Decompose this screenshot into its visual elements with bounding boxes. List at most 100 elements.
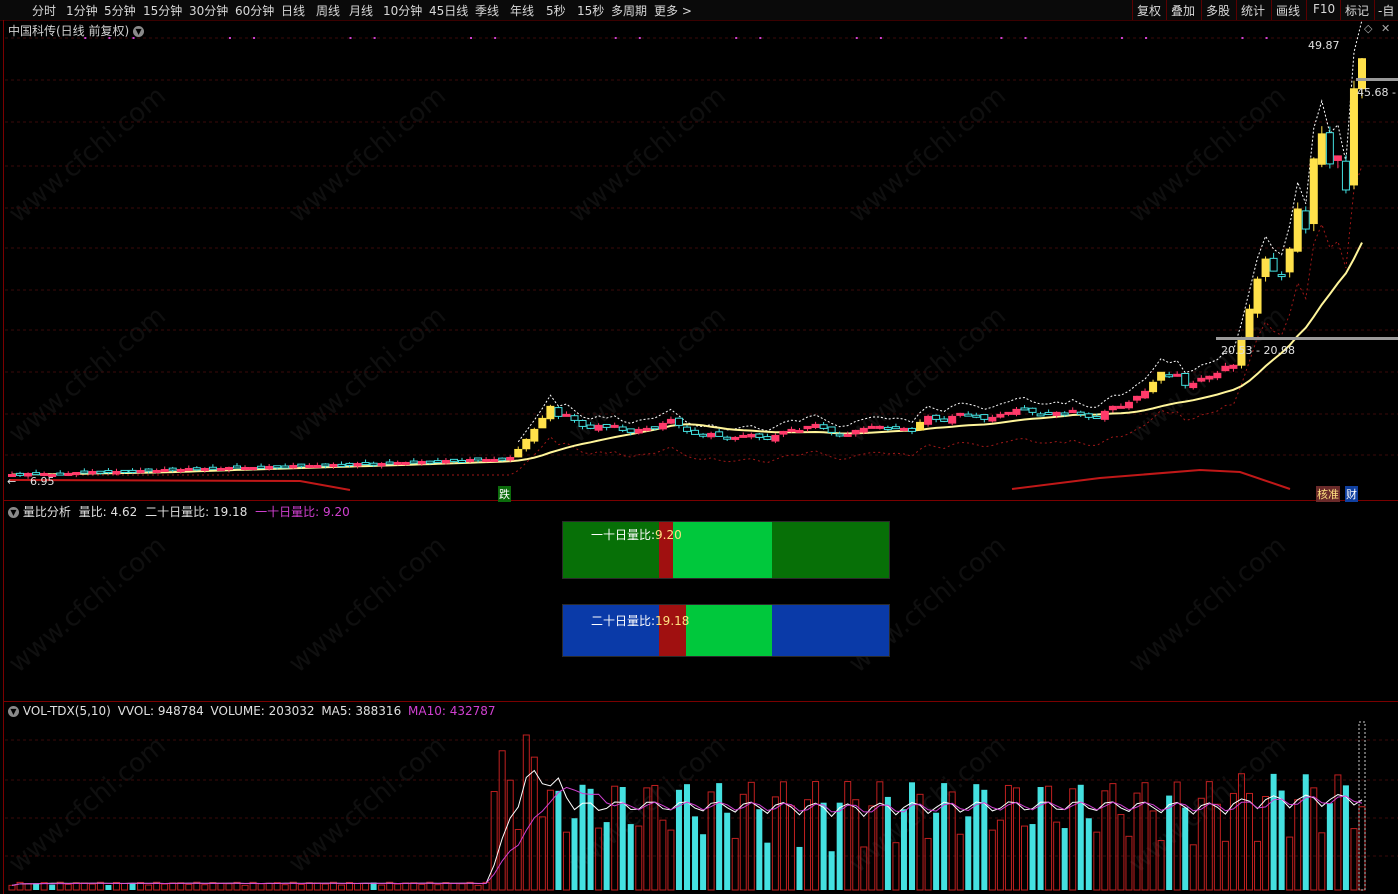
candle-body xyxy=(498,457,507,461)
volume-bar xyxy=(466,881,474,891)
candle-body xyxy=(1277,274,1286,278)
diamond-icon[interactable]: ◇ xyxy=(1364,22,1372,35)
volume-bar xyxy=(796,846,803,890)
candle-body xyxy=(353,462,362,467)
candle-body xyxy=(1349,88,1358,186)
volume-bar xyxy=(458,883,466,891)
candle-body xyxy=(795,429,804,433)
liangbi-label: 量比: xyxy=(78,505,107,519)
volume-bar xyxy=(1294,799,1302,891)
candle-body xyxy=(345,462,354,466)
volume-bar xyxy=(1117,814,1125,891)
volume-bar xyxy=(956,833,964,891)
candle-body xyxy=(1205,375,1214,380)
volume-bar xyxy=(988,829,996,891)
volume-bar xyxy=(1069,788,1077,891)
candle-body xyxy=(506,456,515,461)
volume-bar xyxy=(933,812,940,890)
watermark: www.cfchi.com xyxy=(563,730,732,880)
volume-bar xyxy=(555,790,562,890)
volume-bar xyxy=(209,882,217,891)
volume-bar xyxy=(177,882,185,891)
ratio-panel-header[interactable]: ▼ 量比分析 量比: 4.62 二十日量比: 19.18 一十日量比: 9.20 xyxy=(8,503,350,520)
volume-bar xyxy=(1350,828,1358,891)
volume-indicator-name: VOL-TDX(5,10) xyxy=(22,704,111,718)
candle-body xyxy=(200,467,209,471)
candle-body xyxy=(891,426,900,430)
volume-bar xyxy=(771,796,779,891)
candle-body xyxy=(787,428,796,432)
candlestick-chart[interactable] xyxy=(0,0,1398,500)
ma5-label: MA5: xyxy=(321,704,352,718)
volume-bar xyxy=(836,802,843,890)
candle-body xyxy=(522,438,531,450)
signal-dot xyxy=(1145,37,1148,39)
volume-bar xyxy=(787,805,795,891)
volume-bar xyxy=(313,882,321,891)
candle-body xyxy=(184,467,193,471)
candle-body xyxy=(514,448,523,458)
volume-dropdown-icon[interactable]: ▼ xyxy=(8,706,19,717)
candle-body xyxy=(16,472,25,476)
liangbi-value: 4.62 xyxy=(110,505,138,519)
volume-bar xyxy=(1004,784,1012,891)
finance-tag[interactable]: 财 xyxy=(1345,486,1358,502)
candle-body xyxy=(948,415,957,424)
watermark: www.cfchi.com xyxy=(1123,530,1292,680)
volume-bar xyxy=(498,750,506,891)
volume-bar xyxy=(731,837,739,891)
twenty-day-bright-bar xyxy=(686,605,772,656)
approval-tag[interactable]: 核准 xyxy=(1316,486,1340,502)
volume-bar xyxy=(1021,825,1028,891)
panel-dropdown-icon[interactable]: ▼ xyxy=(8,507,19,518)
candle-body xyxy=(1341,160,1350,191)
volume-bar xyxy=(779,781,787,891)
candle-body xyxy=(699,433,708,437)
right-price-label: 45.68 - xyxy=(1357,86,1396,99)
volume-panel-header[interactable]: ▼ VOL-TDX(5,10) VVOL: 948784 VOLUME: 203… xyxy=(8,704,496,718)
candle-body xyxy=(1068,409,1077,414)
candle-body xyxy=(843,433,852,437)
volume-bar xyxy=(193,881,201,891)
signal-dot xyxy=(1120,37,1123,39)
volume-bar xyxy=(434,884,442,891)
candle-body xyxy=(1157,371,1166,381)
volume-bar xyxy=(169,882,177,891)
title-dropdown-icon[interactable]: ▼ xyxy=(133,26,145,37)
current-volume-frame xyxy=(1358,721,1366,891)
candle-body xyxy=(996,413,1005,418)
candle-body xyxy=(385,461,394,465)
candle-body xyxy=(377,462,386,467)
chart-title[interactable]: 中国科传(日线 前复权) ▼ xyxy=(8,22,145,39)
moving-average-line xyxy=(12,242,1363,476)
candle-body xyxy=(1060,412,1069,416)
candle-body xyxy=(1076,411,1085,415)
close-icon[interactable]: ✕ xyxy=(1381,22,1390,35)
volume-bar xyxy=(289,881,297,891)
volume-bar xyxy=(684,784,690,890)
vvol-label: VVOL: xyxy=(117,704,155,718)
yishi-label: 一十日量比: xyxy=(255,505,320,519)
candle-body xyxy=(586,424,595,429)
ten-day-bright-bar xyxy=(673,522,772,578)
volume-bar xyxy=(129,883,136,890)
fall-tag[interactable]: 跌 xyxy=(498,486,511,502)
volume-bar xyxy=(1101,790,1109,891)
watermark: www.cfchi.com xyxy=(283,530,452,680)
twenty-day-ratio-box: 二十日量比:19.18 xyxy=(562,604,890,657)
candle-body xyxy=(980,414,989,420)
volume-bar xyxy=(1358,806,1366,891)
candle-body xyxy=(1141,390,1150,399)
volume-bar xyxy=(64,883,72,891)
volume-bar xyxy=(482,881,490,891)
volume-bar xyxy=(201,884,209,891)
candle-body xyxy=(578,420,587,427)
volume-label: VOLUME: xyxy=(210,704,265,718)
volume-bar xyxy=(522,734,530,891)
candle-body xyxy=(570,415,579,421)
panel-divider xyxy=(3,500,1398,501)
volume-bar xyxy=(56,881,64,891)
volume-bar xyxy=(1246,792,1253,891)
candle-body xyxy=(329,463,338,468)
volume-bar xyxy=(692,816,699,890)
